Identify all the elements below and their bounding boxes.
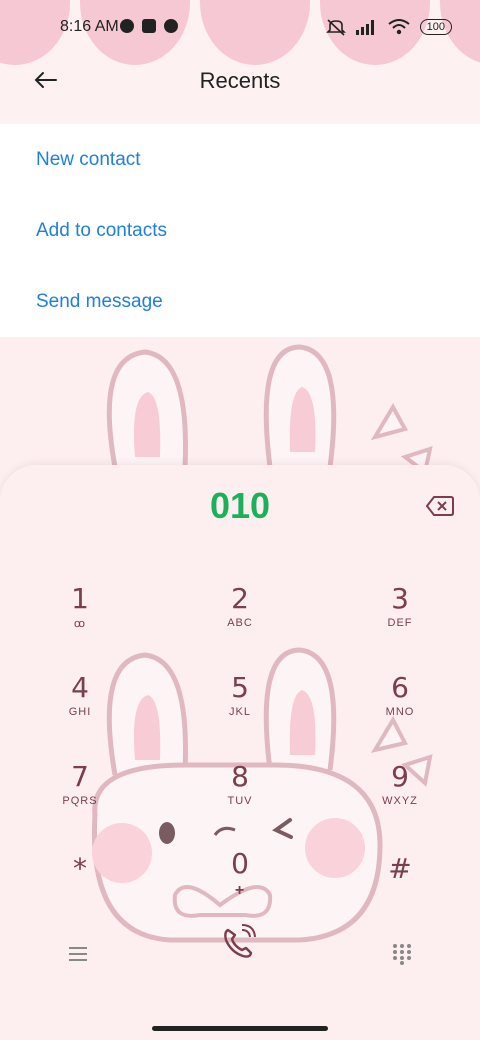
key-3[interactable]: 3 DEF (350, 583, 450, 653)
notification-icon (120, 19, 134, 33)
notification-icon (142, 19, 156, 33)
gesture-nav-bar[interactable] (152, 1026, 328, 1031)
mute-icon (325, 19, 346, 36)
battery-indicator: 100 (419, 19, 452, 35)
key-star[interactable]: * (30, 853, 130, 923)
key-0[interactable]: 0 + (190, 848, 290, 918)
notification-icon (164, 19, 178, 33)
notification-icons (120, 19, 178, 33)
app-header: Recents (0, 56, 480, 106)
send-message-option[interactable]: Send message (0, 266, 480, 337)
key-7[interactable]: 7 PQRS (30, 761, 130, 831)
action-menu: New contact Add to contacts Send message (0, 124, 480, 337)
key-hash[interactable]: # (350, 853, 450, 923)
key-1[interactable]: 1ꝏ (30, 583, 130, 653)
dialer-sheet: 010 1ꝏ 2 ABC 3 DEF 4 GHI 5 JKL 6 MNO 7 PQRS 8T… (0, 465, 480, 1040)
key-2[interactable]: 2 ABC (190, 583, 290, 653)
status-time: 8:16 AM (60, 18, 119, 35)
voicemail-icon: ꝏ (73, 618, 87, 630)
dialpad-icon[interactable] (392, 943, 412, 965)
key-5[interactable]: 5 JKL (190, 672, 290, 742)
signal-icon (355, 20, 374, 35)
menu-icon[interactable] (68, 945, 88, 963)
key-6[interactable]: 6 MNO (350, 672, 450, 742)
dialed-number: 010 (209, 485, 271, 526)
key-8[interactable]: 8 TUV (190, 761, 290, 831)
status-icons: 100 (325, 18, 452, 36)
key-9[interactable]: 9 WXYZ (350, 761, 450, 831)
call-icon[interactable] (218, 922, 262, 962)
status-bar: 8:16 AM 100 (0, 0, 480, 56)
wifi-icon (388, 19, 410, 35)
add-to-contacts-option[interactable]: Add to contacts (0, 195, 480, 266)
key-4[interactable]: 4 GHI (30, 672, 130, 742)
new-contact-option[interactable]: New contact (0, 124, 480, 195)
backspace-icon[interactable] (426, 495, 454, 517)
page-title: Recents (199, 68, 281, 93)
